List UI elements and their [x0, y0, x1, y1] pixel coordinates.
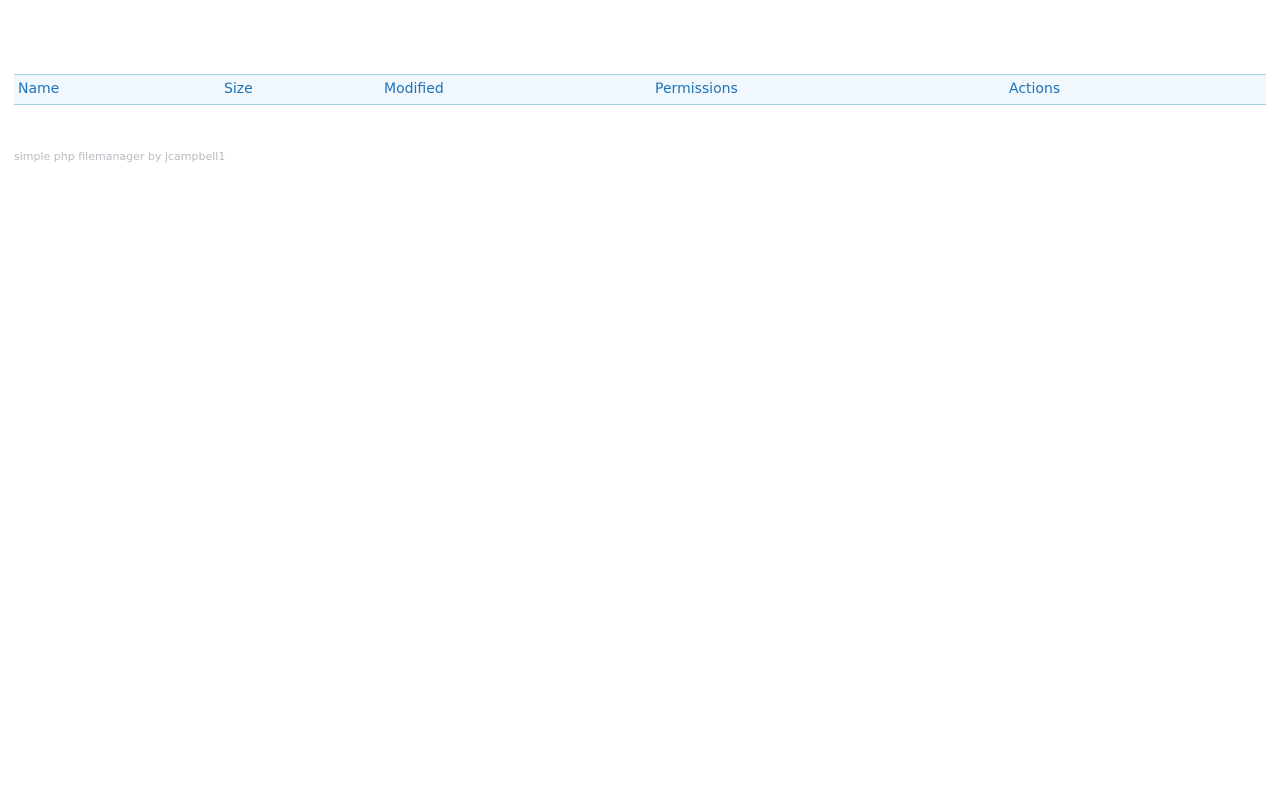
footer-author-link[interactable]: jcampbell1 [165, 150, 225, 163]
column-header-actions: Actions [1009, 81, 1061, 97]
table-header: Name Size Modified Permissions Actions [14, 74, 1266, 105]
footer: simple php filemanager by jcampbell1 [14, 150, 225, 163]
column-header-permissions[interactable]: Permissions [651, 75, 1005, 105]
file-listing-table: Name Size Modified Permissions Actions [14, 74, 1266, 105]
footer-text: simple php filemanager by [14, 150, 162, 163]
column-header-name[interactable]: Name [14, 75, 220, 105]
file-listing-container: Name Size Modified Permissions Actions [14, 74, 1266, 105]
column-header-modified[interactable]: Modified [380, 75, 651, 105]
header-row: Name Size Modified Permissions Actions [14, 74, 1266, 105]
column-header-size[interactable]: Size [220, 75, 380, 105]
